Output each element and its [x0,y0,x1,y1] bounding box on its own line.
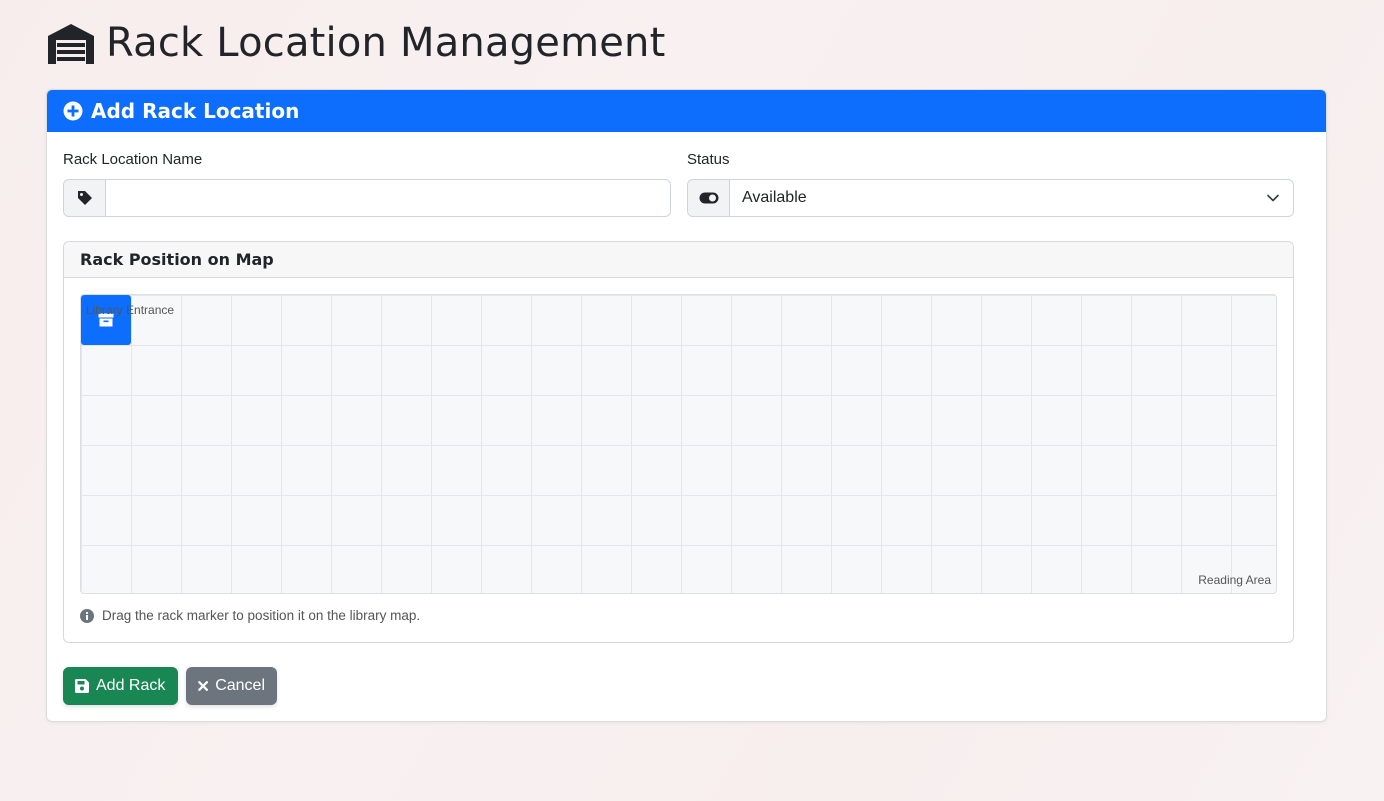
toggle-icon [688,180,730,216]
chevron-down-icon [1267,194,1279,202]
save-icon [75,679,89,693]
library-map[interactable]: Library Entrance Reading Area [80,294,1277,594]
rack-name-group [63,179,671,217]
cancel-label: Cancel [215,677,265,694]
close-icon [198,681,209,691]
card-header: Add Rack Location [47,90,1326,132]
rack-map-card: Rack Position on Map Library Entrance Re… [63,241,1294,643]
tag-icon [64,180,106,216]
map-card-title: Rack Position on Map [64,242,1293,278]
page-title-text: Rack Location Management [106,20,666,66]
rack-name-label: Rack Location Name [63,151,203,168]
status-selected-value: Available [742,189,807,206]
add-rack-card: Add Rack Location Rack Location Name Sta… [46,89,1327,722]
library-entrance-label: Library Entrance [86,303,175,317]
map-help-text: Drag the rack marker to position it on t… [102,608,421,623]
add-rack-label: Add Rack [96,677,166,694]
cancel-button[interactable]: Cancel [186,667,277,705]
page-title: Rack Location Management [46,18,666,68]
card-title: Add Rack Location [91,99,300,123]
status-group: Available [687,179,1294,217]
map-help: Drag the rack marker to position it on t… [80,608,420,623]
add-rack-button[interactable]: Add Rack [63,667,178,705]
reading-area-label: Reading Area [1198,573,1271,587]
rack-name-input[interactable] [106,180,670,216]
status-label: Status [687,151,730,168]
plus-circle-icon [63,101,83,121]
warehouse-icon [48,24,94,64]
status-select[interactable]: Available [730,180,1293,216]
info-circle-icon [80,608,94,623]
